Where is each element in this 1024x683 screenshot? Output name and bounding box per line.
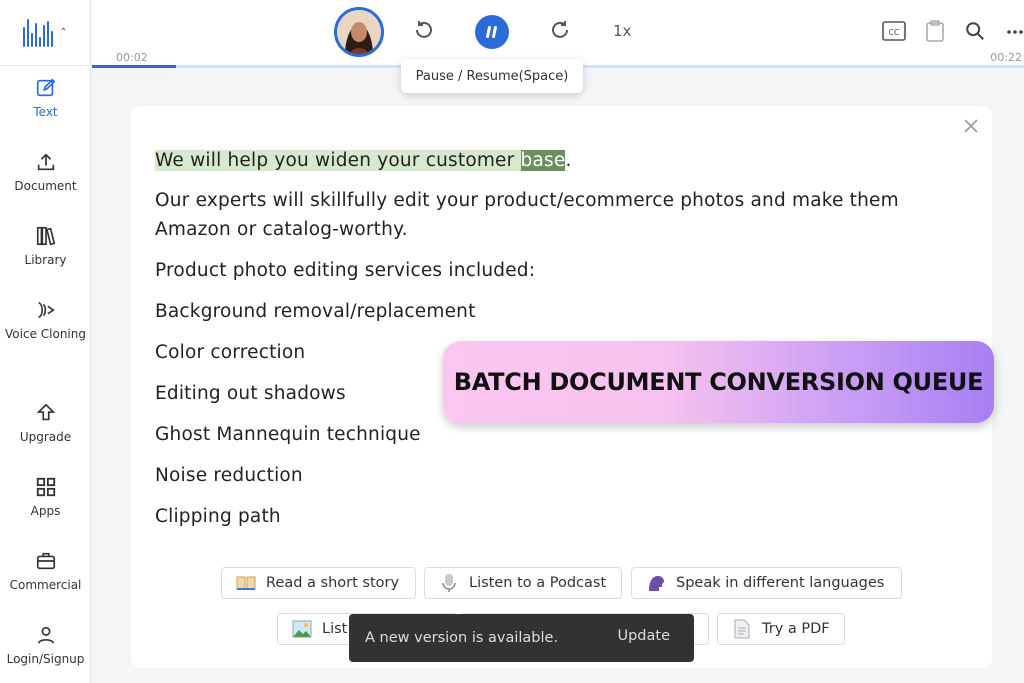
sidebar: ⌃ Text Document Library Voice Cloning Up…	[0, 0, 91, 683]
sidebar-item-commercial[interactable]: Commercial	[0, 550, 91, 592]
upload-icon	[0, 151, 91, 177]
sidebar-item-library[interactable]: Library	[0, 225, 91, 267]
briefcase-icon	[0, 550, 91, 576]
suggestion-chip-story[interactable]: Read a short story	[221, 567, 416, 599]
sidebar-item-upgrade[interactable]: Upgrade	[0, 402, 91, 444]
sidebar-item-text[interactable]: Text	[0, 77, 91, 119]
chip-label: List	[322, 621, 348, 637]
voice-clone-icon	[0, 299, 91, 325]
elapsed-time: 00:02	[116, 51, 148, 64]
microphone-icon	[439, 573, 459, 593]
clipboard-icon[interactable]	[925, 20, 945, 46]
more-icon[interactable]	[1006, 24, 1024, 43]
chip-label: Listen to a Podcast	[469, 575, 607, 591]
sidebar-item-label: Library	[24, 253, 67, 267]
chip-label: Read a short story	[266, 575, 400, 591]
paragraph: Our experts will skillfully edit your pr…	[155, 190, 899, 211]
snackbar-message: A new version is available.	[365, 630, 559, 646]
banner-text: BATCH DOCUMENT CONVERSION QUEUE	[453, 368, 984, 396]
pause-icon	[485, 26, 498, 38]
sidebar-item-login[interactable]: Login/Signup	[0, 624, 91, 666]
sidebar-item-label: Commercial	[9, 578, 82, 592]
suggestion-chip-podcast[interactable]: Listen to a Podcast	[424, 567, 622, 599]
total-time: 00:22	[990, 51, 1022, 64]
chip-label: Try a PDF	[762, 621, 830, 637]
speed-selector[interactable]: 1x	[613, 22, 631, 40]
sentence-end: .	[565, 150, 572, 171]
logo-icon	[23, 18, 54, 47]
sentence-text: We will help you widen your customer	[155, 150, 521, 171]
rewind-icon[interactable]	[412, 18, 436, 46]
paragraph: Product photo editing services included:	[155, 260, 536, 281]
batch-queue-banner[interactable]: BATCH DOCUMENT CONVERSION QUEUE	[443, 341, 994, 423]
update-snackbar: A new version is available. Update	[349, 614, 694, 662]
sidebar-item-label: Apps	[30, 504, 61, 518]
reading-sentence: We will help you widen your customer bas…	[155, 146, 572, 175]
sidebar-item-apps[interactable]: Apps	[0, 476, 91, 518]
voice-avatar[interactable]	[334, 7, 384, 57]
pause-button[interactable]	[475, 15, 509, 49]
picture-icon	[292, 619, 312, 639]
paragraph: Editing out shadows	[155, 383, 346, 404]
sidebar-item-document[interactable]: Document	[0, 151, 91, 193]
sidebar-item-voice-cloning[interactable]: Voice Cloning	[0, 299, 91, 341]
sidebar-item-label: Upgrade	[19, 430, 72, 444]
search-icon[interactable]	[964, 20, 986, 46]
paragraph: Amazon or catalog-worthy.	[155, 219, 408, 240]
update-button[interactable]: Update	[617, 628, 670, 644]
apps-grid-icon	[0, 476, 91, 502]
paragraph: Noise reduction	[155, 465, 303, 486]
edit-icon	[0, 77, 91, 103]
speaking-head-icon	[646, 573, 666, 593]
pause-tooltip: Pause / Resume(Space)	[401, 59, 583, 93]
progress-fill	[92, 65, 176, 68]
user-icon	[0, 624, 91, 650]
paragraph: Ghost Mannequin technique	[155, 424, 421, 445]
svg-text:CC: CC	[888, 28, 900, 37]
close-icon[interactable]	[963, 118, 979, 138]
sidebar-item-label: Text	[33, 105, 58, 119]
paragraph: Background removal/replacement	[155, 301, 476, 322]
sidebar-item-label: Document	[14, 179, 77, 193]
player-bar: 1x CC 00:02 00:22	[92, 0, 1024, 68]
current-sentence-highlight: We will help you widen your customer bas…	[155, 150, 566, 171]
forward-icon[interactable]	[548, 18, 572, 46]
chevron-up-icon[interactable]: ⌃	[59, 27, 67, 38]
suggestion-chip-languages[interactable]: Speak in different languages	[631, 567, 902, 599]
book-icon	[236, 573, 256, 593]
app-logo[interactable]: ⌃	[0, 0, 91, 66]
captions-icon[interactable]: CC	[882, 20, 906, 46]
books-icon	[0, 225, 91, 251]
chip-label: Speak in different languages	[676, 575, 885, 591]
sidebar-item-label: Login/Signup	[6, 652, 85, 666]
paragraph: Clipping path	[155, 506, 281, 527]
current-word-highlight: base	[520, 150, 566, 171]
document-icon	[732, 619, 752, 639]
upgrade-icon	[0, 402, 91, 428]
suggestion-chip-pdf[interactable]: Try a PDF	[717, 613, 845, 645]
sidebar-item-label: Voice Cloning	[5, 327, 86, 341]
paragraph: Color correction	[155, 342, 306, 363]
